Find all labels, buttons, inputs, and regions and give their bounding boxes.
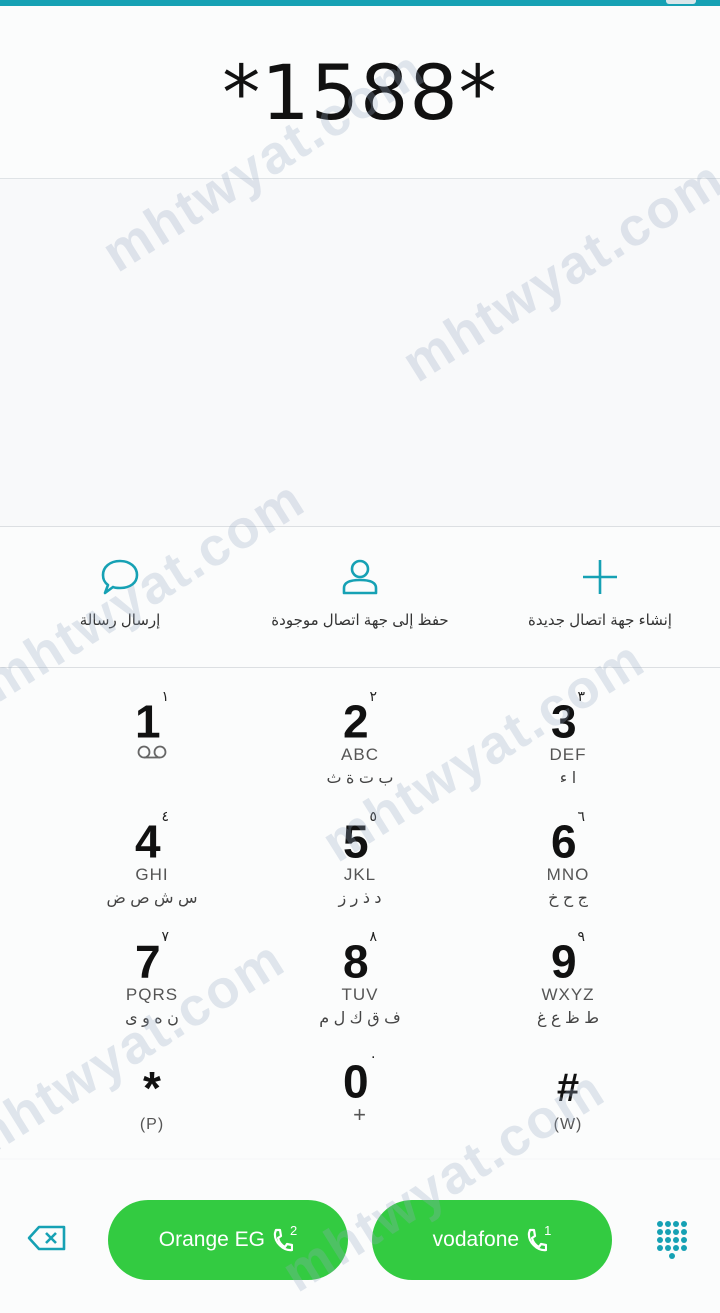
key-7-digit: 7 <box>134 935 161 988</box>
key-4[interactable]: 4٤ GHI س ش ص ض <box>52 788 252 908</box>
key-7-letters: PQRS <box>125 985 179 1004</box>
key-8-letters: TUV <box>341 985 379 1004</box>
key-2-letters: ABC <box>341 745 379 764</box>
key-0-letters: + <box>353 1102 367 1127</box>
key-7[interactable]: 7٧ PQRS ن ه و ى <box>52 908 252 1028</box>
call-sim2-button[interactable]: Orange EG 2 <box>108 1200 348 1280</box>
key-hash[interactable]: # (W) <box>468 1028 668 1148</box>
dial-pad: 1١ 2٢ ABC ب ت ة ث 3٣ DEF ا ء 4٤ GHI س ش … <box>0 668 720 1158</box>
key-3-letters: DEF <box>549 745 587 764</box>
key-star[interactable]: * (P) <box>52 1028 252 1148</box>
key-9-letters: WXYZ <box>541 985 595 1004</box>
key-star-digit: * <box>143 1062 161 1114</box>
dialed-number-display[interactable]: *1588* <box>0 6 720 179</box>
key-6-arabic-digit: ٦ <box>577 808 586 824</box>
key-0-arabic-digit: ٠ <box>369 1048 378 1064</box>
key-9[interactable]: 9٩ WXYZ ط ظ ع غ <box>468 908 668 1028</box>
backspace-icon <box>26 1224 68 1257</box>
call-sim2-number: 2 <box>290 1222 298 1238</box>
key-hash-letters: (W) <box>553 1116 583 1133</box>
key-star-letters: (P) <box>139 1116 165 1133</box>
voicemail-icon <box>52 744 252 765</box>
key-hash-digit: # <box>556 1066 580 1110</box>
create-new-contact-label: إنشاء جهة اتصال جديدة <box>528 612 672 629</box>
key-3[interactable]: 3٣ DEF ا ء <box>468 668 668 788</box>
key-0-digit: 0 <box>342 1055 369 1108</box>
dialpad-toggle-button[interactable] <box>648 1216 696 1264</box>
key-9-arabic-letters: ط ظ ع غ <box>536 1010 600 1027</box>
key-7-arabic-digit: ٧ <box>161 928 170 944</box>
key-4-arabic-letters: س ش ص ض <box>106 890 198 907</box>
key-9-digit: 9 <box>550 935 577 988</box>
call-sim1-number: 1 <box>544 1222 552 1238</box>
call-sim2-label: Orange EG <box>158 1228 265 1251</box>
key-3-arabic-letters: ا ء <box>559 770 577 787</box>
key-6[interactable]: 6٦ MNO ج ح خ <box>468 788 668 908</box>
key-2[interactable]: 2٢ ABC ب ت ة ث <box>260 668 460 788</box>
key-5-letters: JKL <box>343 865 377 884</box>
key-6-letters: MNO <box>546 865 590 884</box>
key-8[interactable]: 8٨ TUV ف ق ك ل م <box>260 908 460 1028</box>
key-8-digit: 8 <box>342 935 369 988</box>
add-to-existing-contact-label: حفظ إلى جهة اتصال موجودة <box>271 612 449 629</box>
number-actions-bar: إرسال رسالة حفظ إلى جهة اتصال موجودة إنش… <box>0 527 720 668</box>
call-bar: Orange EG 2 vodafone 1 <box>0 1160 720 1313</box>
call-sim1-label: vodafone <box>432 1228 520 1251</box>
add-to-existing-contact-action[interactable]: حفظ إلى جهة اتصال موجودة <box>250 527 470 667</box>
send-message-action[interactable]: إرسال رسالة <box>30 527 210 667</box>
key-3-digit: 3 <box>550 695 577 748</box>
key-2-arabic-digit: ٢ <box>369 688 378 704</box>
key-5[interactable]: 5٥ JKL د ذ ر ز <box>260 788 460 908</box>
key-8-arabic-digit: ٨ <box>369 928 378 944</box>
key-5-digit: 5 <box>342 815 369 868</box>
key-2-digit: 2 <box>342 695 369 748</box>
key-2-arabic-letters: ب ت ة ث <box>326 770 394 787</box>
status-indicator <box>666 0 696 4</box>
suggestions-area <box>0 180 720 527</box>
dialpad-grid-icon <box>648 1221 696 1268</box>
key-1-arabic-digit: ١ <box>161 688 170 704</box>
key-0[interactable]: 0٠ + <box>260 1028 460 1148</box>
key-9-arabic-digit: ٩ <box>577 928 586 944</box>
send-message-label: إرسال رسالة <box>79 612 161 629</box>
key-7-arabic-letters: ن ه و ى <box>125 1010 179 1027</box>
message-bubble-icon <box>99 557 141 597</box>
key-4-letters: GHI <box>135 865 169 884</box>
key-1[interactable]: 1١ <box>52 668 252 788</box>
call-sim1-button[interactable]: vodafone 1 <box>372 1200 612 1280</box>
key-3-arabic-digit: ٣ <box>577 688 586 704</box>
backspace-button[interactable] <box>22 1220 72 1260</box>
person-icon <box>340 557 380 597</box>
key-8-arabic-letters: ف ق ك ل م <box>319 1010 401 1027</box>
key-4-arabic-digit: ٤ <box>161 808 170 824</box>
key-4-digit: 4 <box>134 815 161 868</box>
key-6-digit: 6 <box>550 815 577 868</box>
key-5-arabic-digit: ٥ <box>369 808 378 824</box>
create-new-contact-action[interactable]: إنشاء جهة اتصال جديدة <box>500 527 700 667</box>
key-6-arabic-letters: ج ح خ <box>548 890 588 907</box>
dialed-number: *1588* <box>222 47 498 137</box>
key-1-digit: 1 <box>134 695 161 748</box>
key-5-arabic-letters: د ذ ر ز <box>338 890 382 907</box>
plus-icon <box>580 557 620 597</box>
